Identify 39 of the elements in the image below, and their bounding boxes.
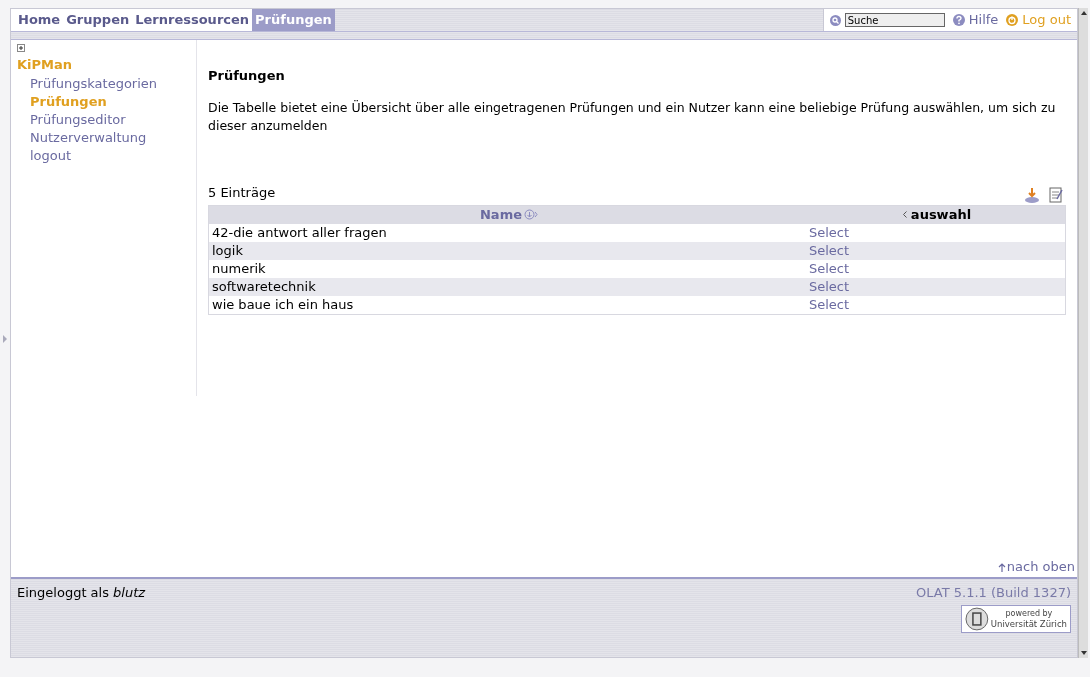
version-text: OLAT 5.1.1 (Build 1327): [916, 584, 1071, 602]
back-to-top-link[interactable]: nach oben: [997, 557, 1075, 577]
column-header[interactable]: auswahl: [809, 204, 1065, 225]
table-cell-text: 42-die antwort aller fragen: [211, 223, 388, 242]
column-header[interactable]: Name: [209, 204, 809, 225]
select-link[interactable]: Select: [809, 258, 850, 279]
power-icon: [1006, 14, 1019, 26]
sort-icon: [524, 209, 538, 220]
download-icon[interactable]: [1024, 186, 1040, 203]
expand-icon[interactable]: [17, 44, 25, 52]
nav-tab[interactable]: Home: [15, 9, 64, 31]
help-link[interactable]: Hilfe: [968, 10, 999, 30]
help-icon: [952, 14, 965, 26]
nav-tab[interactable]: Lernressourcen: [132, 9, 253, 31]
page-heading: Prüfungen: [208, 67, 286, 85]
arrow-up-icon: [997, 562, 1006, 572]
table-cell-text: numerik: [211, 259, 267, 278]
page-description: Die Tabelle bietet eine Übersicht über alle eingetragenen Prüfungen und ein Nutzer kann eine beliebige Prüfung auswählen, um sich zu dieser anzumelden: [208, 98, 1057, 135]
table-cell-text: wie baue ich ein haus: [211, 295, 355, 314]
nav-tab[interactable]: Gruppen: [63, 9, 133, 31]
select-link[interactable]: Select: [809, 240, 850, 261]
scrollbar[interactable]: [1078, 8, 1088, 658]
chevron-left-icon: [902, 211, 907, 218]
university-badge[interactable]: powered by Universität Zürich: [961, 604, 1071, 633]
login-status: Eingeloggt als blutz: [17, 584, 146, 602]
sidebar-item[interactable]: Prüfungseditor: [30, 110, 196, 129]
select-link[interactable]: Select: [809, 222, 850, 243]
sidebar-item[interactable]: Nutzerverwaltung: [30, 128, 196, 147]
entry-count: 5 Einträge: [208, 184, 276, 202]
sidebar-item[interactable]: Prüfungskategorien: [30, 74, 196, 93]
select-link[interactable]: Select: [809, 294, 850, 315]
document-icon[interactable]: [1048, 186, 1064, 203]
search-field[interactable]: Suche: [844, 13, 945, 27]
sidebar-item[interactable]: logout: [30, 146, 196, 165]
university-seal-icon: [965, 606, 989, 631]
select-link[interactable]: Select: [809, 276, 850, 297]
search-icon: [829, 14, 841, 26]
table-cell-text: softwaretechnik: [211, 277, 317, 296]
table-cell-text: logik: [211, 241, 244, 260]
